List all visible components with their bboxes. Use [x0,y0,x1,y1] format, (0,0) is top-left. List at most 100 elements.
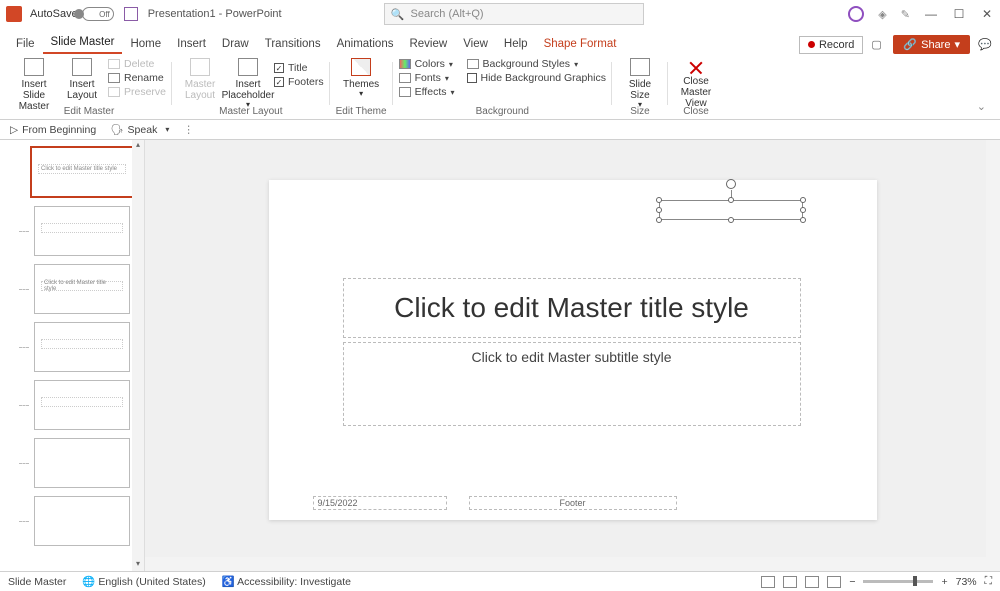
insert-slide-master-button[interactable]: Insert Slide Master [12,56,56,112]
layout-thumbnail-2[interactable]: Click to edit Master title style [34,264,130,314]
save-icon[interactable] [124,7,138,21]
customize-quick-access-icon[interactable]: ⋮ [183,124,194,136]
tab-slide-master[interactable]: Slide Master [43,32,123,54]
layout-thumbnail-1[interactable] [34,206,130,256]
tab-help[interactable]: Help [496,34,536,54]
group-label-size: Size [630,106,649,119]
search-icon: 🔍 [391,8,405,21]
zoom-in-button[interactable]: + [941,576,947,588]
close-master-view-button[interactable]: Close Master View [674,56,718,109]
tab-review[interactable]: Review [401,34,455,54]
themes-button[interactable]: Themes▾ [339,56,383,99]
slide-master-thumbnail[interactable]: Click to edit Master title style [30,146,134,198]
zoom-percent[interactable]: 73% [956,576,977,588]
thumbnail-pane: Click to edit Master title style Click t… [0,140,145,571]
insert-slide-master-icon [24,58,44,76]
insert-placeholder-button[interactable]: Insert Placeholder▾ [226,56,270,110]
slide-sorter-view-button[interactable] [783,576,797,588]
tab-transitions[interactable]: Transitions [257,34,329,54]
selected-text-box[interactable] [659,200,803,220]
effects-button[interactable]: Effects▾ [399,86,455,98]
maximize-button[interactable]: ☐ [952,7,966,21]
background-styles-button[interactable]: Background Styles▾ [467,58,606,70]
effects-icon [399,87,411,97]
chevron-down-icon: ▾ [574,60,578,69]
title-checkbox[interactable]: ✓Title [274,62,324,74]
resize-handle[interactable] [800,217,806,223]
coming-soon-icon[interactable]: ◈ [878,8,886,21]
tab-file[interactable]: File [8,34,43,54]
ribbon-display-options[interactable]: ▢ [871,38,885,51]
share-button[interactable]: 🔗Share▾ [893,35,970,54]
master-layout-icon [190,58,210,76]
slide-size-button[interactable]: Slide Size▾ [618,56,662,110]
language-button[interactable]: 🌐 English (United States) [82,575,205,588]
chevron-down-icon: ▾ [954,38,960,51]
resize-handle[interactable] [656,197,662,203]
date-placeholder[interactable]: 9/15/2022 [313,496,447,510]
resize-handle[interactable] [728,197,734,203]
quick-access-subbar: ▷From Beginning 🗣Speak▾ ⋮ [0,120,1000,140]
slide-size-icon [630,58,650,76]
rename-button[interactable]: Rename [108,72,166,84]
tab-view[interactable]: View [455,34,496,54]
tab-shape-format[interactable]: Shape Format [536,34,625,54]
vertical-scrollbar[interactable] [986,140,1000,571]
slideshow-view-button[interactable] [827,576,841,588]
ribbon-group-master-layout: Master Layout Insert Placeholder▾ ✓Title… [172,56,330,119]
tab-insert[interactable]: Insert [169,34,214,54]
autosave-toggle[interactable]: Off [82,7,114,21]
powerpoint-app-icon [6,6,22,22]
from-beginning-button[interactable]: ▷From Beginning [10,124,96,136]
accessibility-button[interactable]: ♿ Accessibility: Investigate [222,575,351,588]
subtitle-placeholder[interactable]: Click to edit Master subtitle style [343,342,801,426]
colors-icon [399,59,411,69]
tab-home[interactable]: Home [122,34,169,54]
ribbon-group-close: Close Master View Close [668,56,724,119]
resize-handle[interactable] [800,207,806,213]
speak-button[interactable]: 🗣Speak▾ [110,123,169,136]
close-window-button[interactable]: ✕ [980,7,994,21]
slide-master-canvas[interactable]: Click to edit Master title style Click t… [269,180,877,520]
tab-draw[interactable]: Draw [214,34,257,54]
layout-thumbnail-6[interactable] [34,496,130,546]
resize-handle[interactable] [800,197,806,203]
colors-button[interactable]: Colors▾ [399,58,455,70]
group-label-close: Close [683,106,709,119]
scroll-down-icon[interactable]: ▾ [132,559,144,571]
thumbnail-scrollbar[interactable]: ▴ ▾ [132,140,144,571]
user-account-icon[interactable] [848,6,864,22]
search-box[interactable]: 🔍 Search (Alt+Q) [384,3,644,25]
layout-thumbnail-3[interactable] [34,322,130,372]
zoom-out-button[interactable]: − [849,576,855,588]
zoom-slider[interactable] [863,580,933,583]
comments-button[interactable]: 💬 [978,38,992,51]
footer-placeholder[interactable]: Footer [469,496,677,510]
fit-to-window-button[interactable]: ⛶ [985,575,992,588]
insert-layout-button[interactable]: Insert Layout [60,56,104,101]
resize-handle[interactable] [656,217,662,223]
collapse-ribbon-button[interactable]: ⌄ [977,100,994,119]
ribbon-group-edit-master: Insert Slide Master Insert Layout Delete… [6,56,172,119]
ribbon-group-background: Colors▾ Fonts▾ Effects▾ Background Style… [393,56,612,119]
layout-thumbnail-4[interactable] [34,380,130,430]
preserve-icon [108,87,120,97]
normal-view-button[interactable] [761,576,775,588]
resize-handle[interactable] [728,217,734,223]
layout-thumbnail-5[interactable] [34,438,130,488]
hide-background-checkbox[interactable]: Hide Background Graphics [467,72,606,84]
horizontal-scrollbar[interactable] [145,557,986,571]
search-placeholder: Search (Alt+Q) [411,8,484,20]
footers-checkbox[interactable]: ✓Footers [274,76,324,88]
resize-handle[interactable] [656,207,662,213]
fonts-button[interactable]: Fonts▾ [399,72,455,84]
reading-view-button[interactable] [805,576,819,588]
minimize-button[interactable]: — [924,7,938,21]
title-placeholder[interactable]: Click to edit Master title style [343,278,801,338]
scroll-up-icon[interactable]: ▴ [132,140,144,152]
try-icon[interactable]: ✎ [901,8,910,21]
tab-animations[interactable]: Animations [329,34,402,54]
record-button[interactable]: Record [799,36,863,54]
slide-canvas-area[interactable]: Click to edit Master title style Click t… [145,140,1000,571]
rotation-handle-icon[interactable] [726,179,736,189]
